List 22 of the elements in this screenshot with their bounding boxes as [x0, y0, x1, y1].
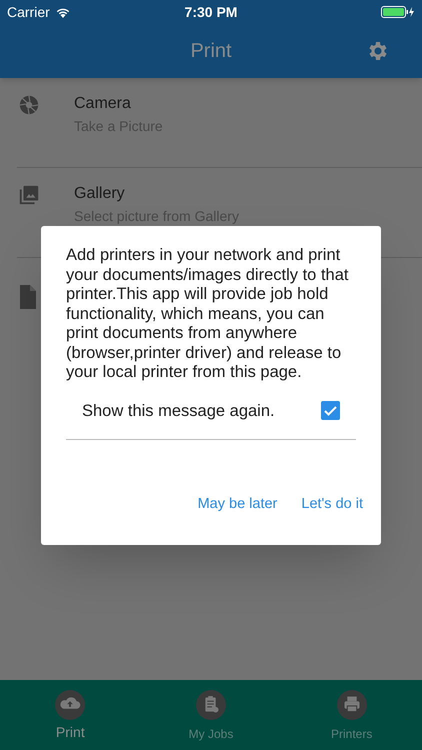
clipboard-check-icon [196, 690, 226, 720]
option-title[interactable]: Gallery [74, 182, 239, 206]
wifi-icon [54, 6, 71, 18]
printer-icon [336, 690, 367, 720]
gallery-icon [18, 184, 40, 206]
status-time: 7:30 PM [184, 2, 238, 22]
show-again-checkbox[interactable] [321, 401, 340, 420]
check-icon [324, 406, 337, 416]
cloud-upload-icon [55, 690, 86, 720]
checkbox-label: Show this message again. [82, 400, 276, 422]
document-icon [18, 285, 38, 309]
tab[interactable]: Print [0, 680, 141, 750]
carrier-name: Carrier [7, 2, 50, 22]
tab[interactable]: Printers [281, 680, 422, 750]
tab[interactable]: My Jobs [140, 680, 282, 750]
battery-icon [381, 6, 415, 18]
aperture-icon [18, 94, 40, 116]
header-title: Print [190, 39, 232, 64]
dialog-message: Add printers in your network and print your documents/images directly to that printer.This app will provide job hold functionality, which means, you can print documents from anywhere (browser,printer driver) and release to your local printer from this page. [66, 246, 350, 382]
dialog-action-button[interactable]: May be later [198, 494, 278, 516]
dialog-action-button[interactable]: Let's do it [301, 494, 363, 516]
option-title[interactable]: Camera [74, 92, 163, 116]
